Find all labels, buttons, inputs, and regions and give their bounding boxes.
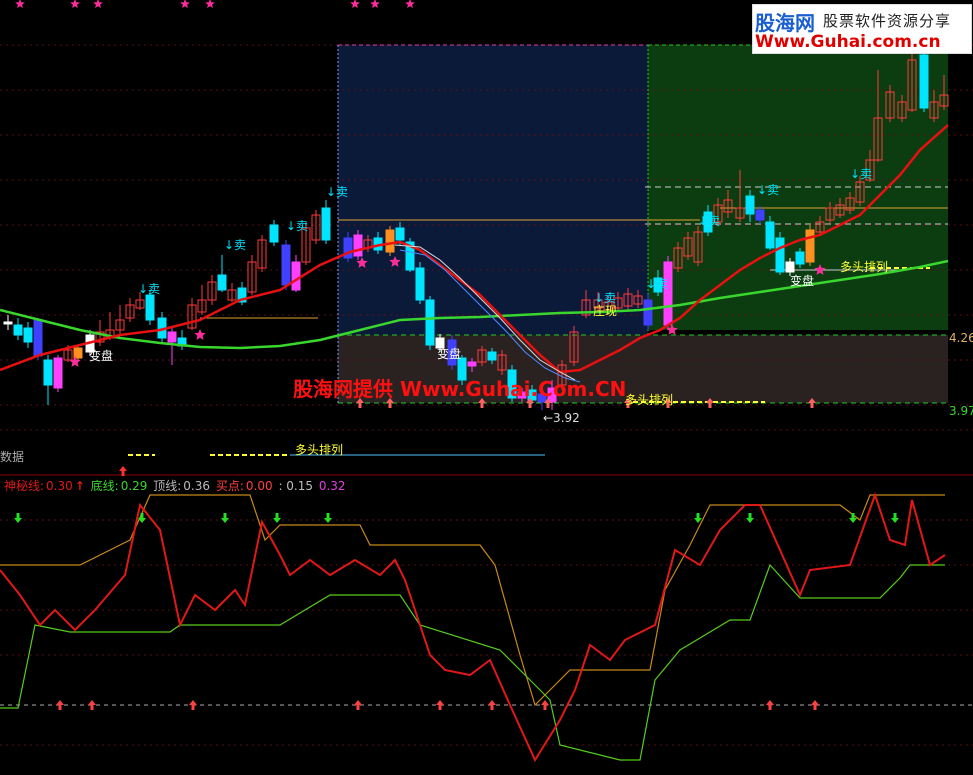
candle-body [745,195,755,215]
price-label-lower: 3.97 [949,404,973,418]
top-star-icon [93,0,103,8]
candle-body [395,227,405,241]
shenmi-value: 0.30 [46,479,73,493]
site-logo[interactable]: 股海网 股票软件资源分享 Www.Guhai.com.cn [752,4,972,54]
up-arrow-icon [88,700,96,710]
down-arrow-icon [746,513,754,523]
down-arrow-icon [273,513,281,523]
section-label: 数据 [0,450,25,464]
extra-value-1: : 0.15 [278,479,314,493]
maidian-label: 买点: [215,479,244,493]
candle-body [663,261,673,326]
zhuang-annotation: 庄现 [593,304,618,318]
top-star-icon [370,0,380,8]
top-star-icon [180,0,190,8]
candle-body [415,267,425,301]
change-annotation: 变盘 [437,347,462,361]
up-arrow-icon [488,700,496,710]
bull-annotation: 多头排列 [840,260,889,274]
candle-body [281,244,291,286]
candle-body [919,54,929,109]
logo-url: Www.Guhai.com.cn [755,32,941,52]
dixian-value: 0.29 [120,479,148,493]
indicator-legend: 神秘线: 0.30 ↑ 底线: 0.29 顶线: 0.36 买点: 0.00 : 0.15… [4,477,348,494]
candle-body [43,359,53,386]
candle-body [23,327,33,343]
shenmi-label: 神秘线: [4,479,45,493]
down-arrow-icon [694,513,702,523]
candle-body [805,229,815,263]
candle-body [785,261,795,273]
up-arrow-icon [354,700,362,710]
sell-annotation: ↓卖 [698,214,721,228]
sell-annotation: ↓卖 [326,185,349,199]
price-label-upper: 4.26 [949,331,973,345]
candle-body [775,237,785,273]
candle-body [321,207,331,241]
buy-arrows-price [119,398,816,476]
down-arrow-icon [849,513,857,523]
sell-annotation: ↓卖 [850,167,873,181]
osc-green-line [0,563,945,761]
up-arrow-icon [541,700,549,710]
candle-body [425,299,435,346]
up-arrow-icon [811,700,819,710]
candle-body [795,251,805,265]
candle-body [217,274,227,291]
top-star-icon [205,0,215,8]
candle-body [765,221,775,249]
sell-annotation: ↓卖 [224,238,247,252]
candle-body [467,361,477,367]
dixian-label: 底线: [90,479,119,493]
down-arrow-icon [891,513,899,523]
maidian-value: 0.00 [245,479,273,493]
dingxian-value: 0.36 [183,479,211,493]
candle-body [385,229,395,253]
candle-body [33,319,43,357]
top-star-markers [15,0,415,8]
change-annotation: 变盘 [790,274,815,288]
candle-body [145,294,155,321]
candle-body [13,324,23,336]
osc-red-line [0,491,946,763]
up-arrow-icon [766,700,774,710]
candle-body [167,331,177,343]
up-arrow-icon [56,700,64,710]
down-arrow-icon [324,513,332,523]
stock-chart-window: 股海网 股票软件资源分享 Www.Guhai.com.cn 股海网提供 Www.… [0,0,973,775]
down-arrow-icon [221,513,229,523]
up-arrow-icon [189,700,197,710]
up-arrow-icon [436,700,444,710]
top-star-icon [70,0,80,8]
candle-body [755,209,765,221]
down-arrow-icon [14,513,22,523]
dingxian-label: 顶线: [153,479,182,493]
top-star-icon [350,0,360,8]
candle-body [3,321,13,325]
up-arrow-icon: ↑ [74,479,85,493]
change-annotation: 变盘 [89,349,114,363]
low-point-label: ←3.92 [543,411,580,425]
candle-body [643,299,653,326]
candle-body [353,234,363,257]
sell-annotation: ↓卖 [286,219,309,233]
down-arrow-icon [138,513,146,523]
candle-body [291,261,301,291]
top-star-icon [405,0,415,8]
star-icon [194,329,206,340]
sell-annotation: ↓卖 [646,277,669,291]
bull-annotation: 多头排列 [295,443,344,457]
top-star-icon [15,0,25,8]
candle-body [487,351,497,361]
extra-value-2: 0.32 [318,479,346,493]
candle-body [269,224,279,243]
sell-annotation: ↓卖 [138,282,161,296]
sell-annotation: ↓卖 [757,183,780,197]
watermark-text: 股海网提供 Www.Guhai.Com.CN [293,377,627,401]
bull-annotation: 多头排列 [625,393,674,407]
logo-slogan: 股票软件资源分享 [823,12,952,30]
candle-body [53,357,63,389]
